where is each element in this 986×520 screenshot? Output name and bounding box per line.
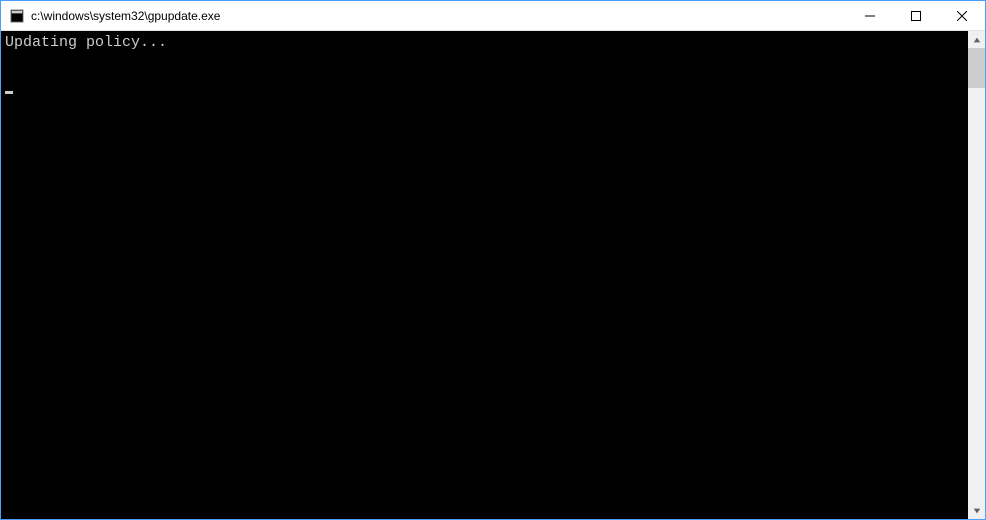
minimize-button[interactable] — [847, 1, 893, 30]
titlebar[interactable]: c:\windows\system32\gpupdate.exe — [1, 1, 985, 31]
window-controls — [847, 1, 985, 30]
terminal-output[interactable]: Updating policy... — [1, 31, 968, 519]
scroll-down-button[interactable] — [968, 502, 985, 519]
cursor — [5, 91, 13, 94]
terminal-line: Updating policy... — [5, 33, 964, 52]
scroll-up-button[interactable] — [968, 31, 985, 48]
scrollbar-track[interactable] — [968, 48, 985, 502]
vertical-scrollbar[interactable] — [968, 31, 985, 519]
content-area: Updating policy... — [1, 31, 985, 519]
close-button[interactable] — [939, 1, 985, 30]
scrollbar-thumb[interactable] — [968, 48, 985, 88]
window-frame: c:\windows\system32\gpupdate.exe Updatin… — [0, 0, 986, 520]
window-title: c:\windows\system32\gpupdate.exe — [31, 9, 847, 23]
maximize-button[interactable] — [893, 1, 939, 30]
app-icon — [9, 8, 25, 24]
